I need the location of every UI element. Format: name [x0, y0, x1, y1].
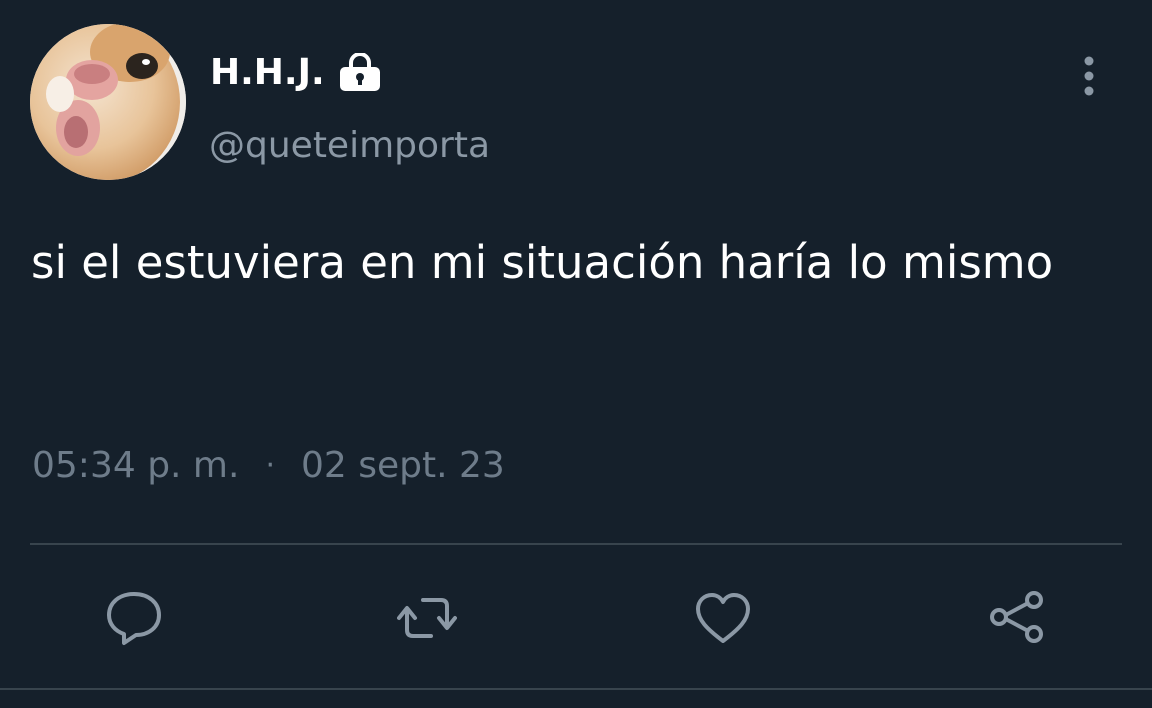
like-button[interactable] [693, 588, 753, 648]
tweet-time[interactable]: 05:34 p. m. [32, 442, 239, 490]
author-handle[interactable]: @queteimporta [209, 122, 490, 170]
reply-button[interactable] [104, 588, 164, 648]
bottom-divider [0, 688, 1152, 690]
tweet-text: si el estuviera en mi situación haría lo… [31, 236, 1054, 289]
more-vertical-icon[interactable] [1072, 55, 1106, 97]
share-button[interactable] [987, 588, 1047, 648]
lock-icon [337, 53, 383, 93]
retweet-icon [397, 598, 457, 638]
heart-icon [696, 593, 750, 643]
reply-icon [107, 592, 161, 645]
meta-separator: · [265, 448, 275, 483]
retweet-button[interactable] [397, 588, 457, 648]
author-name-row[interactable]: H.H.J. [210, 50, 383, 96]
tweet-date[interactable]: 02 sept. 23 [301, 442, 505, 490]
divider [30, 543, 1122, 545]
share-icon [990, 591, 1043, 643]
tweet-meta: 05:34 p. m. · 02 sept. 23 [32, 442, 505, 490]
cat-photo [30, 24, 186, 180]
avatar[interactable] [30, 24, 186, 180]
display-name[interactable]: H.H.J. [210, 50, 325, 96]
